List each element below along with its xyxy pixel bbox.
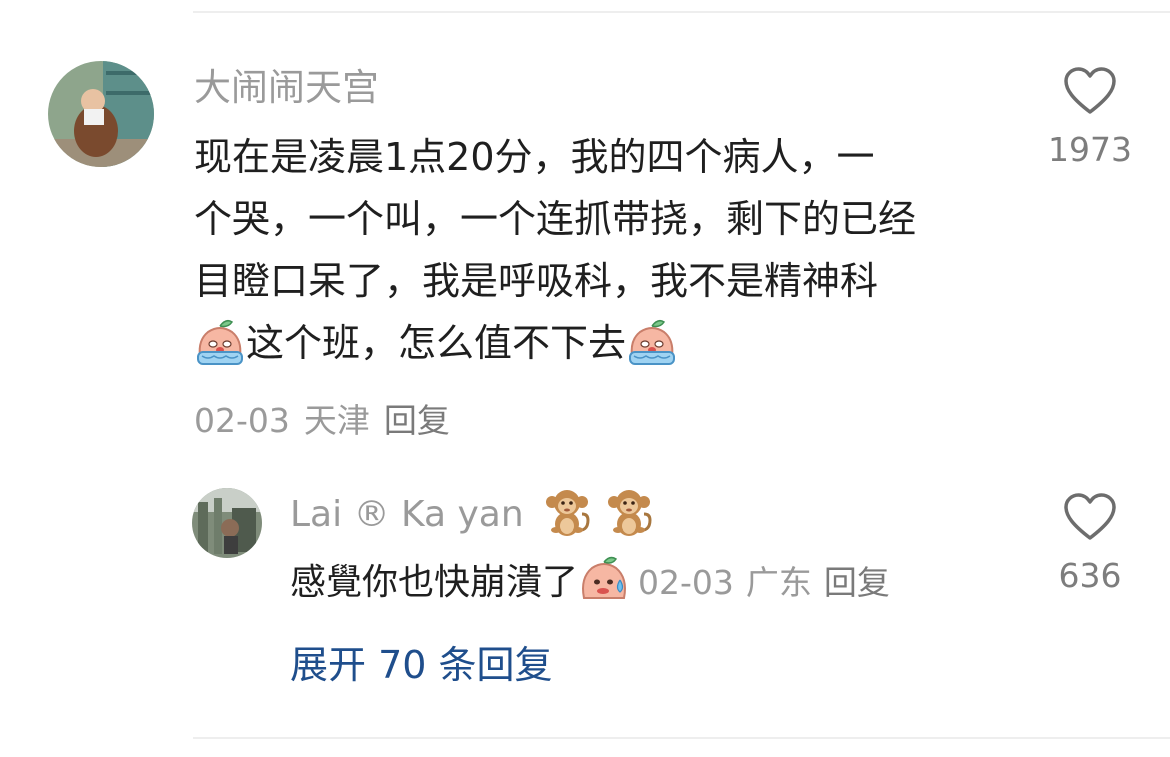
reply-like-count: 636: [1058, 556, 1122, 595]
comment-line-text: 这个班，怎么值不下去: [246, 321, 627, 365]
comment-line: 现在是凌晨1点20分，我的四个病人，一: [194, 135, 875, 179]
expand-replies-button[interactable]: 展开 70 条回复: [290, 638, 553, 692]
heart-icon[interactable]: [1063, 492, 1117, 542]
reply-text: 感覺你也快崩潰了: [290, 562, 579, 603]
comment-line-last: 这个班，怎么值不下去: [194, 312, 1024, 374]
comment-username[interactable]: 大闹闹天宫: [194, 62, 379, 114]
comment-like-button[interactable]: 1973: [1040, 66, 1140, 172]
username-emojis: [540, 486, 656, 540]
comment-text: 现在是凌晨1点20分，我的四个病人，一 个哭，一个叫，一个连抓带挠，剩下的已经 …: [194, 126, 1024, 374]
avatar[interactable]: [48, 61, 154, 167]
reply-body: 感覺你也快崩潰了 02-03 广东 回复: [290, 552, 902, 614]
bottom-divider: [193, 737, 1170, 739]
crying-face-sticker-icon: [626, 316, 678, 368]
reply-location: 广东: [745, 563, 812, 602]
comment-reply-button[interactable]: 回复: [384, 401, 450, 440]
sweating-face-sticker-icon: [578, 554, 630, 606]
reply-like-button[interactable]: 636: [1040, 492, 1140, 598]
reply-date: 02-03: [638, 563, 734, 602]
reply-reply-button[interactable]: 回复: [824, 563, 890, 602]
monkey-emoji-icon: [540, 486, 594, 540]
top-divider: [193, 11, 1170, 13]
comment-meta: 02-03 天津 回复: [194, 398, 464, 444]
comment-line: 目瞪口呆了，我是呼吸科，我不是精神科: [194, 259, 879, 303]
reply-meta: 02-03 广东 回复: [638, 563, 902, 602]
monkey-emoji-icon: [602, 486, 656, 540]
comment-date: 02-03: [194, 401, 290, 440]
comment-location: 天津: [303, 401, 370, 440]
crying-face-sticker-icon: [194, 316, 246, 368]
reply-username[interactable]: Lai ® Ka yan: [290, 490, 524, 540]
heart-icon[interactable]: [1063, 66, 1117, 116]
reply-avatar[interactable]: [192, 488, 262, 558]
comment-line: 个哭，一个叫，一个连抓带挠，剩下的已经: [194, 197, 917, 241]
comment-like-count: 1973: [1048, 130, 1132, 169]
